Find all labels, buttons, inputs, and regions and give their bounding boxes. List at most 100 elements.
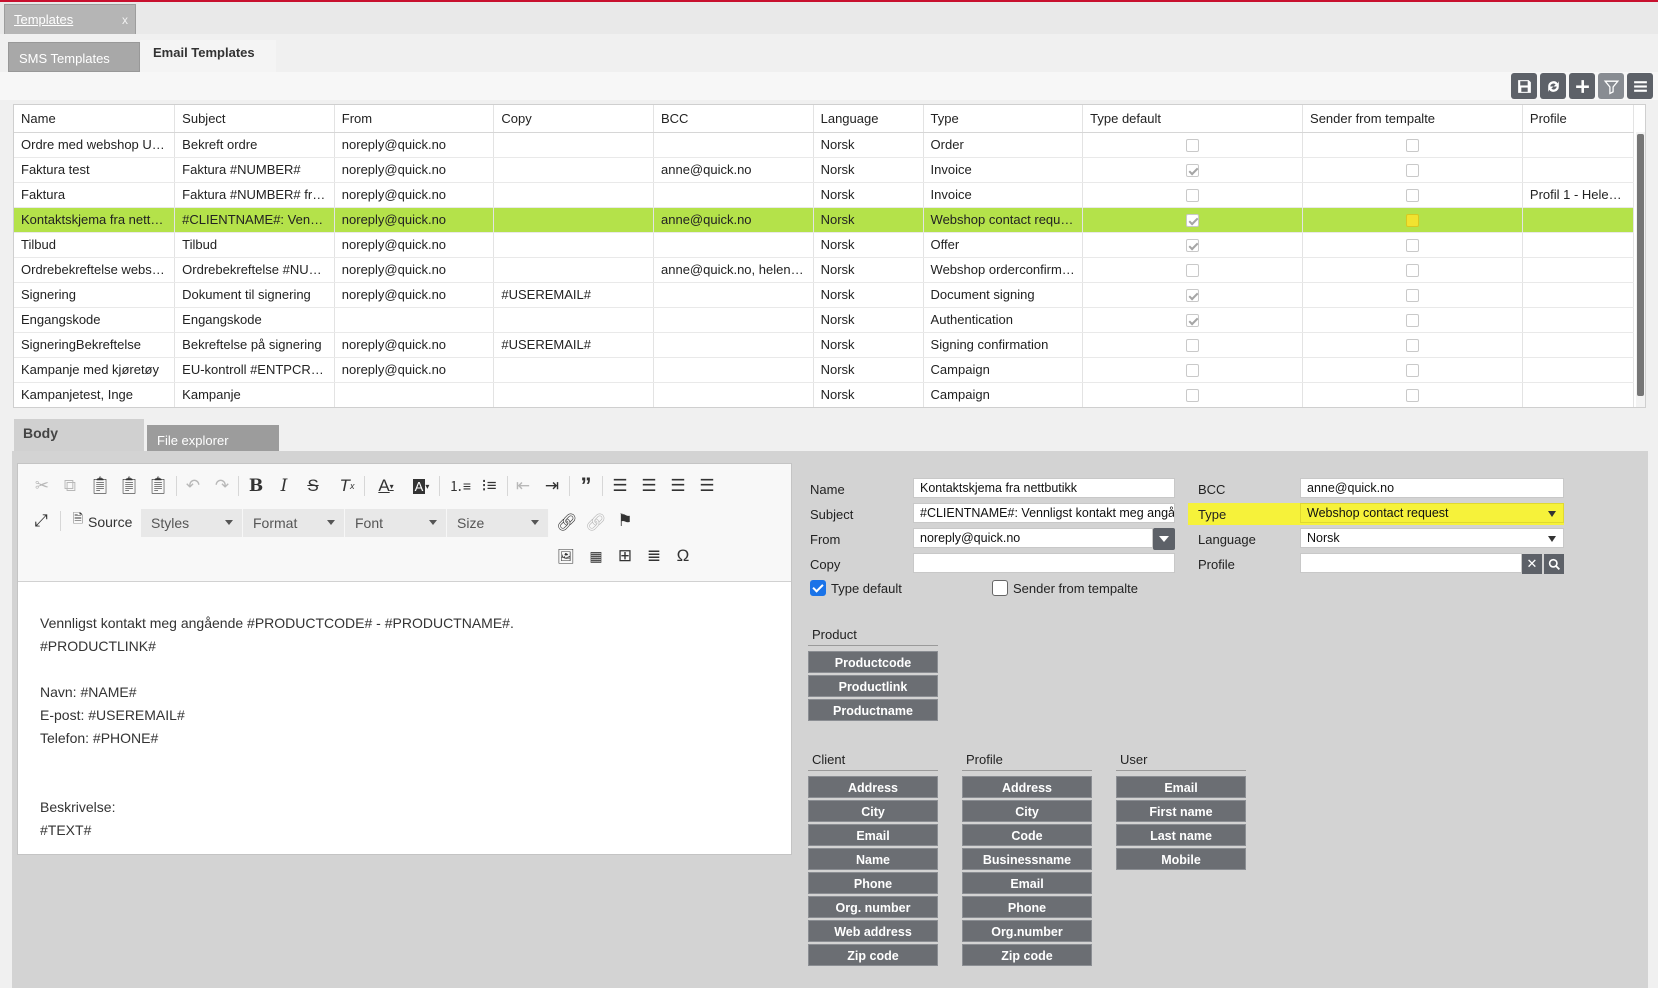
- cell-profile[interactable]: [1522, 282, 1635, 308]
- column-header[interactable]: BCC: [653, 105, 814, 133]
- cell-profile[interactable]: [1522, 382, 1635, 407]
- type-default-checkbox[interactable]: [1186, 339, 1200, 353]
- cell-language[interactable]: Norsk: [813, 332, 924, 358]
- tab-sms-templates[interactable]: SMS Templates: [8, 42, 140, 72]
- cell-type[interactable]: Invoice: [923, 157, 1084, 183]
- table-row[interactable]: Ordre med webshop URL Bekreft ordre norepl…: [14, 132, 1635, 158]
- source-button[interactable]: Source: [88, 514, 132, 530]
- sender-checkbox[interactable]: [1405, 214, 1419, 228]
- cell-profile[interactable]: [1522, 332, 1635, 358]
- cell-bcc[interactable]: [653, 232, 814, 258]
- subject-field[interactable]: #CLIENTNAME#: Vennligst kontakt meg angå: [913, 503, 1175, 523]
- table-row[interactable]: Tilbud Tilbud noreply@quick.no Norsk Offer: [14, 232, 1635, 258]
- cell-type[interactable]: Campaign: [923, 357, 1084, 383]
- profile-variable-button[interactable]: Zip code: [962, 944, 1092, 966]
- anchor-flag-icon[interactable]: ⚑: [613, 509, 637, 533]
- cell-bcc[interactable]: anne@quick.no: [653, 207, 814, 233]
- cell-language[interactable]: Norsk: [813, 357, 924, 383]
- paste-text-icon[interactable]: 📋︎: [117, 474, 141, 498]
- cell-bcc[interactable]: [653, 357, 814, 383]
- cell-subject[interactable]: Ordrebekreftelse #NU…: [174, 257, 335, 283]
- cell-name[interactable]: Tilbud: [14, 232, 176, 258]
- cell-name[interactable]: SigneringBekreftelse: [14, 332, 176, 358]
- cell-profile[interactable]: [1522, 157, 1635, 183]
- profile-variable-button[interactable]: City: [962, 800, 1092, 822]
- cell-type[interactable]: Document signing: [923, 282, 1084, 308]
- horizontal-line-icon[interactable]: ≣: [642, 544, 666, 568]
- column-header[interactable]: From: [334, 105, 495, 133]
- cell-subject[interactable]: Bekreftelse på signering: [174, 332, 335, 358]
- sender-checkbox[interactable]: [1405, 239, 1419, 253]
- client-variable-button[interactable]: Org. number: [808, 896, 938, 918]
- styles-dropdown[interactable]: Styles: [141, 509, 243, 537]
- profile-variable-button[interactable]: Address: [962, 776, 1092, 798]
- table-row[interactable]: Ordrebekreftelse webs… Ordrebekreftelse #…: [14, 257, 1635, 283]
- table-row[interactable]: Faktura test Faktura #NUMBER# noreply@quic…: [14, 157, 1635, 183]
- cell-name[interactable]: Engangskode: [14, 307, 176, 333]
- sender-checkbox[interactable]: [1405, 139, 1419, 153]
- cell-subject[interactable]: Faktura #NUMBER#: [174, 157, 335, 183]
- table-row[interactable]: Engangskode Engangskode Norsk Authenticatio…: [14, 307, 1635, 333]
- from-field[interactable]: noreply@quick.no: [913, 528, 1153, 548]
- profile-variable-button[interactable]: Phone: [962, 896, 1092, 918]
- tab-email-templates[interactable]: Email Templates: [140, 40, 276, 72]
- cell-language[interactable]: Norsk: [813, 307, 924, 333]
- cell-language[interactable]: Norsk: [813, 132, 924, 158]
- type-default-checkbox[interactable]: [810, 580, 826, 596]
- maximize-icon[interactable]: ⤢: [29, 509, 53, 533]
- cell-copy[interactable]: #USEREMAIL#: [493, 332, 654, 358]
- cell-from[interactable]: noreply@quick.no: [334, 357, 495, 383]
- cell-language[interactable]: Norsk: [813, 207, 924, 233]
- cell-copy[interactable]: [493, 382, 654, 407]
- italic-icon[interactable]: I: [272, 474, 296, 498]
- cell-name[interactable]: Ordrebekreftelse webs…: [14, 257, 176, 283]
- justify-icon[interactable]: ☰: [695, 474, 719, 498]
- table-row[interactable]: Signering Dokument til signering noreply@q…: [14, 282, 1635, 308]
- product-variable-button[interactable]: Productname: [808, 699, 938, 721]
- profile-variable-button[interactable]: Code: [962, 824, 1092, 846]
- type-default-checkbox[interactable]: [1186, 214, 1200, 228]
- align-right-icon[interactable]: ☰: [666, 474, 690, 498]
- cell-copy[interactable]: [493, 132, 654, 158]
- cell-subject[interactable]: EU-kontroll #ENTPCRE…: [174, 357, 335, 383]
- redo-icon[interactable]: ↷: [210, 474, 234, 498]
- cell-type[interactable]: Webshop contact requ…: [923, 207, 1084, 233]
- text-color-icon[interactable]: A ▾: [374, 474, 398, 498]
- user-variable-button[interactable]: Mobile: [1116, 848, 1246, 870]
- cell-type[interactable]: Signing confirmation: [923, 332, 1084, 358]
- cell-language[interactable]: Norsk: [813, 282, 924, 308]
- column-header[interactable]: Sender from tempalte: [1302, 105, 1523, 133]
- cell-profile[interactable]: [1522, 307, 1635, 333]
- sender-checkbox[interactable]: [1405, 189, 1419, 203]
- cell-from[interactable]: noreply@quick.no: [334, 157, 495, 183]
- column-header[interactable]: Name: [14, 105, 176, 133]
- client-variable-button[interactable]: Email: [808, 824, 938, 846]
- unlink-icon[interactable]: 🔗︎: [584, 511, 608, 535]
- type-default-checkbox[interactable]: [1186, 189, 1200, 203]
- type-default-checkbox[interactable]: [1186, 364, 1200, 378]
- copy-icon[interactable]: ⧉: [58, 474, 82, 498]
- tab-body[interactable]: Body: [14, 419, 144, 451]
- sender-checkbox[interactable]: [1405, 339, 1419, 353]
- type-default-checkbox[interactable]: [1186, 239, 1200, 253]
- user-variable-button[interactable]: Last name: [1116, 824, 1246, 846]
- profile-field[interactable]: [1300, 553, 1522, 573]
- window-tab-label[interactable]: Templates: [14, 12, 73, 27]
- table-row[interactable]: Kampanje med kjøretøy EU-kontroll #ENTPCR…: [14, 357, 1635, 383]
- client-variable-button[interactable]: Web address: [808, 920, 938, 942]
- sender-checkbox[interactable]: [1405, 364, 1419, 378]
- special-character-icon[interactable]: Ω: [671, 544, 695, 568]
- profile-variable-button[interactable]: Businessname: [962, 848, 1092, 870]
- numbered-list-icon[interactable]: ⒈≡: [448, 474, 472, 498]
- profile-variable-button[interactable]: Email: [962, 872, 1092, 894]
- cell-type[interactable]: Order: [923, 132, 1084, 158]
- table-row[interactable]: SigneringBekreftelse Bekreftelse på signe…: [14, 332, 1635, 358]
- column-header[interactable]: Copy: [493, 105, 654, 133]
- type-select[interactable]: Webshop contact request: [1300, 503, 1564, 523]
- cell-language[interactable]: Norsk: [813, 157, 924, 183]
- cell-bcc[interactable]: [653, 332, 814, 358]
- refresh-icon[interactable]: [1540, 73, 1566, 99]
- align-left-icon[interactable]: ☰: [608, 474, 632, 498]
- cell-type[interactable]: Offer: [923, 232, 1084, 258]
- cell-name[interactable]: Ordre med webshop URL: [14, 132, 176, 158]
